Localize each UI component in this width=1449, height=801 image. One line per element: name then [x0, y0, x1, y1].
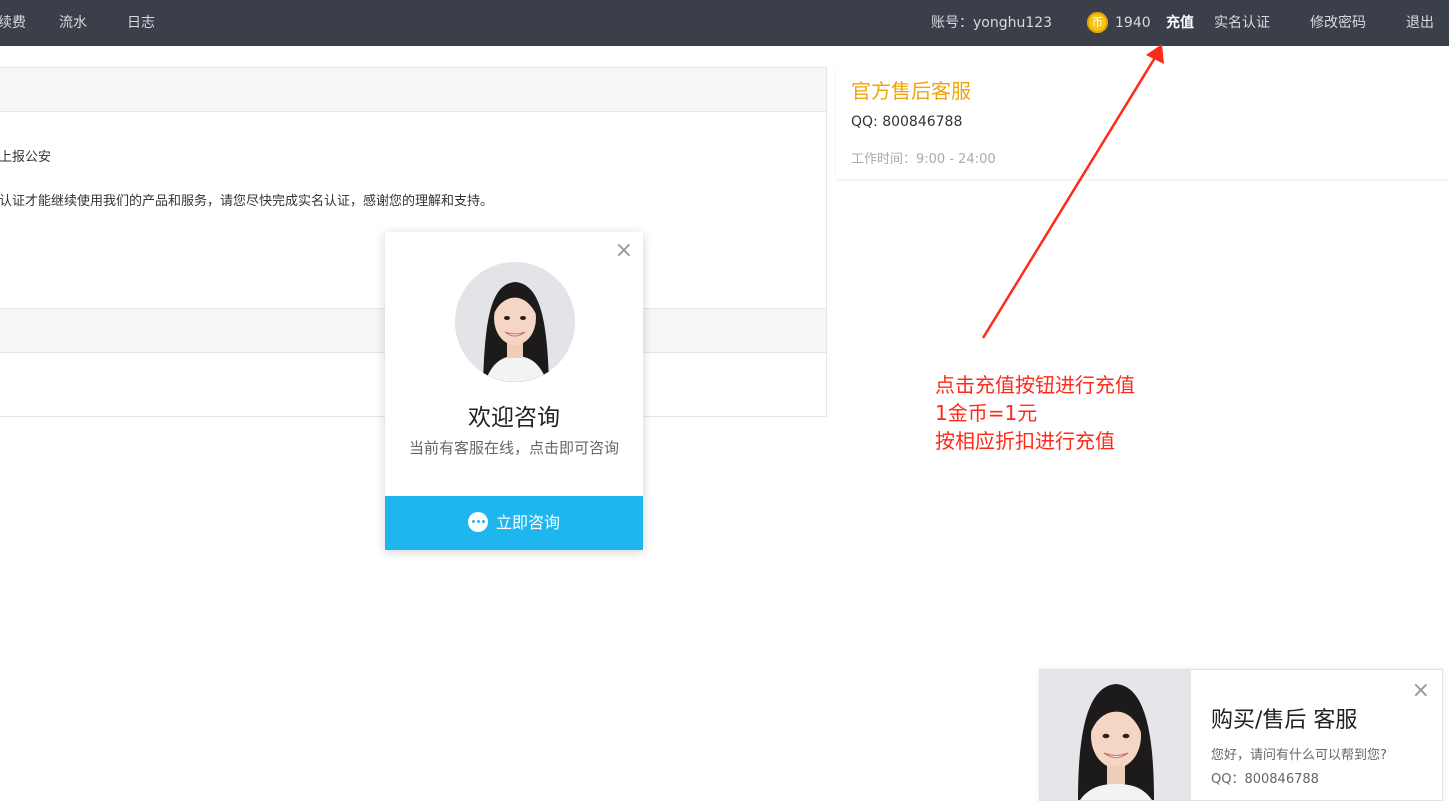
coin-balance: 1940 [1115, 15, 1151, 31]
popup-title: 欢迎咨询 [468, 405, 560, 431]
close-icon[interactable]: × [1412, 678, 1430, 703]
chat-card-greeting: 您好，请问有什么可以帮到您? [1211, 748, 1387, 763]
chat-card-qq: QQ：800846788 [1211, 772, 1319, 787]
service-qq: QQ: 800846788 [851, 114, 963, 130]
service-hours: 工作时间：9:00 - 24:00 [851, 152, 996, 167]
consult-now-label: 立即咨询 [495, 513, 560, 532]
agent-avatar [455, 262, 575, 382]
chat-card-title: 购买/售后 客服 [1211, 708, 1358, 733]
nav-logs[interactable]: 日志 [127, 13, 155, 33]
panel-header [0, 68, 826, 112]
top-navbar: 续费 流水 日志 账号：yonghu123 币 1940 充值 实名认证 修改密… [0, 0, 1449, 46]
coin-icon: 币 [1087, 12, 1108, 33]
service-title: 官方售后客服 [851, 79, 971, 103]
consult-popup: × 欢迎咨询 当前有客服在线，点击即可咨询 立即咨询 [385, 232, 643, 550]
agent-photo [1040, 670, 1191, 800]
notice-line-1: 上报公安 [0, 150, 52, 165]
notice-line-2: 认证才能继续使用我们的产品和服务，请您尽快完成实名认证，感谢您的理解和支持。 [0, 194, 494, 209]
account-label: 账号： [931, 15, 973, 31]
nav-transactions[interactable]: 流水 [59, 13, 87, 33]
annotation-line-3: 按相应折扣进行充值 [935, 429, 1115, 453]
service-chat-card: × 购买/售后 客服 您好，请问有什么可以帮到您? QQ：800846788 [1039, 669, 1443, 801]
annotation-text: 点击充值按钮进行充值 1金币=1元 按相应折扣进行充值 [935, 371, 1135, 455]
account-info: 账号：yonghu123 [931, 13, 1052, 33]
annotation-line-2: 1金币=1元 [935, 401, 1038, 425]
logout-link[interactable]: 退出 [1406, 13, 1434, 33]
consult-now-button[interactable]: 立即咨询 [385, 496, 643, 550]
chat-bubble-icon [467, 511, 488, 532]
real-name-verify-link[interactable]: 实名认证 [1214, 13, 1270, 33]
nav-renew[interactable]: 续费 [0, 13, 26, 33]
recharge-link[interactable]: 充值 [1166, 13, 1194, 33]
close-icon[interactable]: × [615, 238, 633, 263]
service-card: 官方售后客服 QQ: 800846788 工作时间：9:00 - 24:00 [836, 67, 1449, 179]
annotation-line-1: 点击充值按钮进行充值 [935, 373, 1135, 397]
account-username: yonghu123 [973, 15, 1053, 31]
popup-subtitle: 当前有客服在线，点击即可咨询 [408, 439, 619, 457]
change-password-link[interactable]: 修改密码 [1310, 13, 1366, 33]
